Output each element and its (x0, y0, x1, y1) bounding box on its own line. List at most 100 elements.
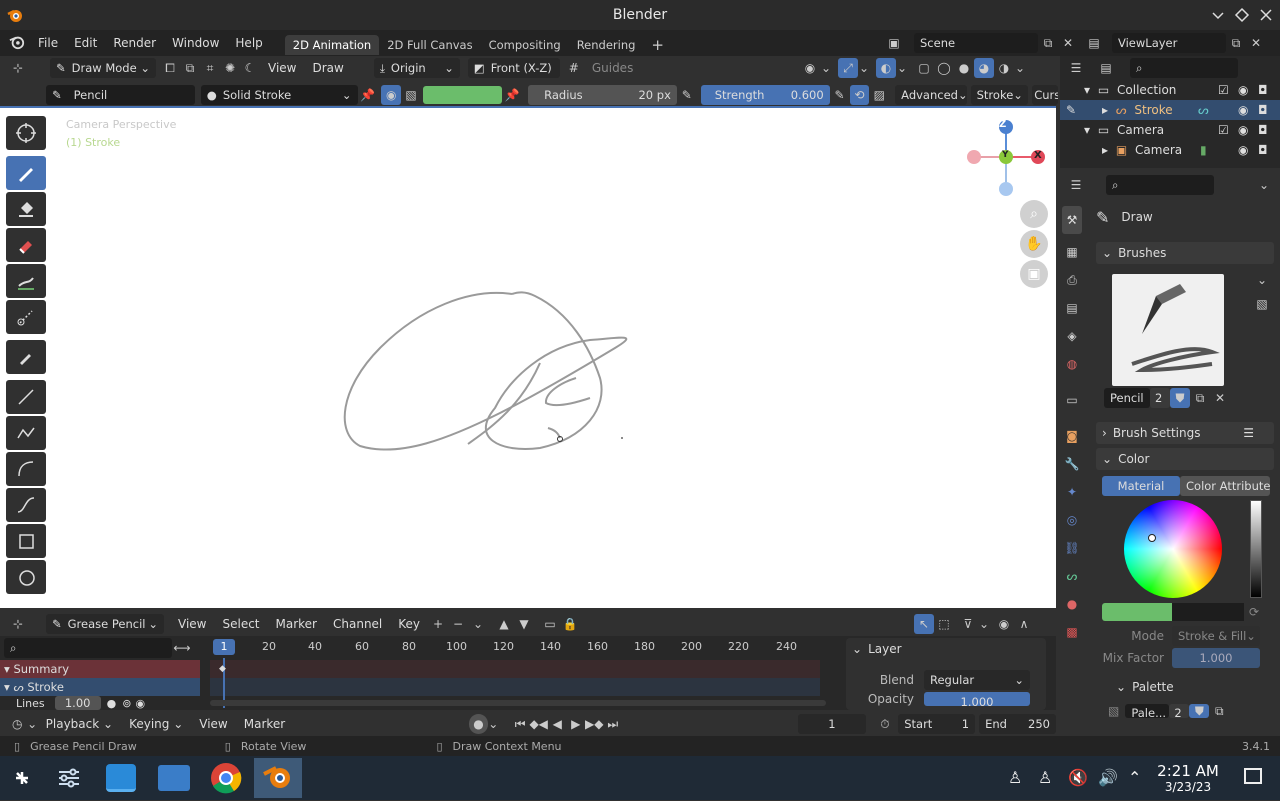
curve-tool-icon[interactable] (6, 488, 46, 522)
menu-view[interactable]: View (260, 55, 304, 81)
start-frame-field[interactable]: Start 1 (898, 714, 976, 734)
color-mode-material-icon[interactable]: ◉ (381, 85, 402, 105)
dopesheet-menu-key[interactable]: Key (390, 611, 428, 637)
play-reverse-icon[interactable]: ◀ (548, 714, 567, 734)
dopesheet-menu-channel[interactable]: Channel (325, 611, 390, 637)
mode-dropdown[interactable]: Stroke & Fill ⌄ (1172, 626, 1260, 646)
show-hidden-icon[interactable]: ⬚ (934, 614, 954, 634)
xray-icon[interactable]: ▢ (914, 58, 934, 78)
channel-stroke[interactable]: ▾ ᔕ Stroke (0, 678, 200, 696)
chevron-down-icon[interactable]: ⌄ (1252, 270, 1272, 290)
blend-dropdown[interactable]: Regular ⌄ (924, 670, 1030, 690)
palette-users-count[interactable]: 2 (1169, 704, 1190, 718)
proportional-icon[interactable]: ◉ (994, 614, 1014, 634)
advanced-dropdown[interactable]: Advanced ⌄ (895, 85, 967, 105)
multiframe-icon[interactable]: ⌗ (200, 58, 220, 78)
stroke-dropdown[interactable]: Stroke ⌄ (970, 85, 1029, 105)
tab-color-attribute[interactable]: Color Attribute (1180, 476, 1270, 496)
store-bag-icon[interactable] (106, 764, 136, 792)
cutter-tool-icon[interactable] (6, 300, 46, 334)
mode-selector[interactable]: ✎ Draw Mode ⌄ (50, 58, 156, 78)
outliner-search-input[interactable]: ⌕ (1130, 58, 1238, 78)
curve-icon[interactable]: ∧ (1014, 614, 1034, 634)
next-keyframe-icon[interactable]: ▶◆ (585, 714, 604, 734)
scene-icon[interactable]: ▣ (884, 33, 904, 53)
horizontal-scrollbar[interactable] (210, 700, 826, 706)
sculpt-mask-icon[interactable]: ✺ (220, 58, 240, 78)
physics-tab-icon[interactable]: ◎ (1062, 506, 1082, 534)
pin-material-icon[interactable]: 📌 (358, 85, 378, 105)
timeline-editor-icon[interactable]: ◷ (8, 714, 27, 734)
line-tool-icon[interactable] (6, 380, 46, 414)
channel-lines[interactable]: Lines 1.00 ● ⊚ ◉ (0, 696, 200, 710)
brush-settings-panel-header[interactable]: › Brush Settings ☰ (1096, 422, 1274, 444)
move-layer-down-icon[interactable]: ▼ (514, 614, 534, 634)
visibility-icon[interactable]: ◉ (800, 58, 820, 78)
mix-factor-field[interactable]: 1.000 (1172, 648, 1260, 668)
chevron-down-icon[interactable]: ⌄ (1254, 175, 1274, 195)
current-frame-field[interactable]: 1 (798, 714, 866, 734)
playback-menu[interactable]: Playback ⌄ (38, 711, 121, 737)
effects-tab-icon[interactable]: ✦ (1062, 478, 1082, 506)
rendered-shading-icon[interactable]: ◑ (994, 58, 1014, 78)
strength-field[interactable]: Strength 0.600 (700, 85, 830, 105)
properties-search-input[interactable]: ⌕ (1106, 175, 1214, 195)
viewlayer-icon[interactable]: ▤ (1084, 33, 1104, 53)
texture-tab-icon[interactable]: ▩ (1062, 618, 1082, 646)
only-selected-icon[interactable]: ↖ (914, 614, 934, 634)
select-mode-points-icon[interactable]: ⧠ (160, 58, 180, 78)
brush-preview[interactable] (1112, 274, 1224, 386)
draw-tool-icon[interactable] (6, 156, 46, 190)
fill-tool-icon[interactable] (6, 192, 46, 226)
wireframe-shading-icon[interactable]: ◯ (934, 58, 954, 78)
display-mode-icon[interactable]: ▤ (1096, 58, 1116, 78)
timeline-marker-menu[interactable]: Marker (236, 711, 293, 737)
chevron-down-icon[interactable]: ⌄ (852, 642, 862, 656)
tab-2d-full-canvas[interactable]: 2D Full Canvas (379, 35, 480, 55)
channel-summary[interactable]: ▾ Summary (0, 660, 200, 678)
tab-material[interactable]: Material (1102, 476, 1180, 496)
chevron-down-icon[interactable]: ⌄ (896, 58, 908, 78)
viewlayer-selector[interactable]: ViewLayer (1112, 33, 1226, 53)
outliner-row-collection[interactable]: ▾ ▭ Collection ☑ ◉ ◘ (1060, 80, 1280, 100)
keyframe-icon[interactable]: ◆ (219, 664, 226, 674)
render-camera-icon[interactable]: ◘ (1258, 80, 1268, 100)
channel-search[interactable]: ⌕ ⟷ (4, 638, 200, 658)
chevron-down-icon[interactable]: ⌄ (468, 614, 488, 634)
drawing-plane-selector[interactable]: ◩ Front (X-Z) (467, 58, 560, 78)
blender-taskbar-icon[interactable] (254, 758, 302, 798)
constraints-tab-icon[interactable]: ⛓ (1062, 534, 1082, 562)
scene-selector[interactable]: Scene (914, 33, 1038, 53)
zoom-icon[interactable]: ⌕ (1020, 200, 1048, 228)
editor-type-icon[interactable]: ⊹ (8, 58, 28, 78)
palette-name-field[interactable]: Pale... (1125, 704, 1170, 718)
blender-menu-icon[interactable] (8, 34, 30, 53)
select-mode-stroke-icon[interactable]: ⧉ (180, 58, 200, 78)
circle-tool-icon[interactable] (6, 560, 46, 594)
clock-time[interactable]: 2:21 AM (1150, 762, 1226, 780)
app-launcher-icon[interactable] (10, 766, 34, 793)
swap-icon[interactable]: ⟷ (172, 638, 192, 658)
tint-tool-icon[interactable] (6, 264, 46, 298)
clock-date[interactable]: 3/23/23 (1150, 780, 1226, 794)
output-tab-icon[interactable]: ⎙ (1062, 266, 1082, 294)
tab-2d-animation[interactable]: 2D Animation (284, 34, 380, 55)
eyedropper-tool-icon[interactable] (6, 340, 46, 374)
brush-color-swatch[interactable] (422, 86, 503, 104)
prev-keyframe-icon[interactable]: ◆◀ (529, 714, 548, 734)
world-tab-icon[interactable]: ◍ (1062, 350, 1082, 378)
erase-tool-icon[interactable] (6, 228, 46, 262)
layer-onion-icon[interactable]: ▭ (540, 614, 560, 634)
close-icon[interactable] (1258, 7, 1274, 27)
fake-user-shield-icon[interactable]: ⛊ (1170, 388, 1190, 408)
chevron-down-icon[interactable]: ⌄ (978, 614, 990, 634)
outliner-editor-icon[interactable]: ☰ (1066, 58, 1086, 78)
pan-hand-icon[interactable]: ✋ (1020, 230, 1048, 258)
add-workspace-button[interactable]: + (643, 35, 672, 55)
color-picker[interactable] (1096, 496, 1274, 600)
color-mode-vertex-icon[interactable]: ▧ (401, 85, 421, 105)
pin-color-icon[interactable]: 📌 (502, 85, 522, 105)
dopesheet-menu-select[interactable]: Select (214, 611, 267, 637)
render-tab-icon[interactable]: ▦ (1062, 238, 1082, 266)
outliner-row-stroke[interactable]: ✎ ▸ ᔕ Stroke ᔕ ◉ ◘ (1060, 100, 1280, 120)
